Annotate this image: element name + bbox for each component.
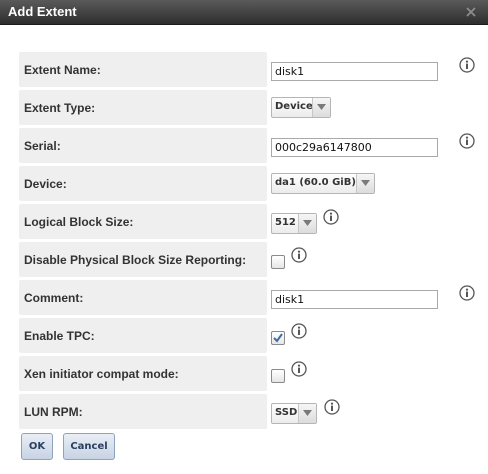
row-logical-block-size: Logical Block Size: 512 [19, 204, 488, 239]
row-device: Device: da1 (60.0 GiB) [19, 166, 488, 201]
dialog-titlebar: Add Extent [0, 0, 488, 25]
disable-pbs-checkbox[interactable] [271, 255, 285, 269]
device-label: Device: [24, 177, 67, 191]
row-disable-pbs-reporting: Disable Physical Block Size Reporting: [19, 242, 488, 277]
row-extent-name: Extent Name: disk1 [19, 52, 488, 87]
lun-rpm-selected: SSD [275, 407, 298, 418]
extent-type-selected: Device [275, 101, 313, 112]
device-label-cell: Device: [19, 166, 267, 201]
ok-button[interactable]: OK [21, 433, 53, 460]
row-xen-compat: Xen initiator compat mode: [19, 356, 488, 391]
logical-block-size-label-cell: Logical Block Size: [19, 204, 267, 239]
row-extent-type: Extent Type: Device [19, 90, 488, 125]
xen-compat-info-icon[interactable] [291, 361, 307, 377]
comment-label-cell: Comment: [19, 280, 267, 315]
enable-tpc-info-icon[interactable] [291, 323, 307, 339]
extent-name-input[interactable]: disk1 [271, 62, 438, 81]
enable-tpc-checkbox[interactable] [271, 331, 285, 345]
extent-type-label: Extent Type: [24, 101, 96, 115]
serial-label: Serial: [24, 139, 61, 153]
comment-input[interactable]: disk1 [271, 290, 438, 309]
comment-label: Comment: [24, 291, 84, 305]
xen-compat-label-cell: Xen initiator compat mode: [19, 356, 267, 391]
cancel-button[interactable]: Cancel [63, 433, 115, 460]
extent-name-info-icon[interactable] [459, 57, 475, 73]
extent-name-label: Extent Name: [24, 63, 101, 77]
serial-label-cell: Serial: [19, 128, 267, 163]
xen-compat-checkbox[interactable] [271, 369, 285, 383]
logical-block-size-selected: 512 [275, 217, 296, 228]
extent-type-select[interactable]: Device [271, 97, 331, 118]
device-selected: da1 (60.0 GiB) [275, 177, 356, 188]
lun-rpm-label: LUN RPM: [24, 405, 83, 419]
enable-tpc-label-cell: Enable TPC: [19, 318, 267, 353]
dialog-title: Add Extent [8, 4, 77, 19]
chevron-down-icon[interactable] [298, 214, 316, 233]
enable-tpc-label: Enable TPC: [24, 329, 95, 343]
serial-info-icon[interactable] [459, 133, 475, 149]
xen-compat-label: Xen initiator compat mode: [24, 367, 179, 381]
serial-input[interactable]: 000c29a6147800 [271, 138, 438, 157]
row-enable-tpc: Enable TPC: [19, 318, 488, 353]
chevron-down-icon[interactable] [312, 98, 330, 117]
chevron-down-icon[interactable] [298, 404, 316, 423]
lun-rpm-select[interactable]: SSD [271, 403, 317, 424]
row-comment: Comment: disk1 [19, 280, 488, 315]
checkmark-icon [273, 333, 283, 343]
close-icon[interactable] [465, 6, 477, 18]
logical-block-size-select[interactable]: 512 [271, 213, 317, 234]
row-serial: Serial: 000c29a6147800 [19, 128, 488, 163]
logical-block-size-info-icon[interactable] [323, 209, 339, 225]
comment-info-icon[interactable] [459, 285, 475, 301]
disable-pbs-info-icon[interactable] [291, 247, 307, 263]
lun-rpm-info-icon[interactable] [324, 399, 340, 415]
chevron-down-icon[interactable] [356, 174, 374, 193]
disable-pbs-label-cell: Disable Physical Block Size Reporting: [19, 242, 267, 277]
lun-rpm-label-cell: LUN RPM: [19, 394, 267, 429]
device-select[interactable]: da1 (60.0 GiB) [271, 173, 375, 194]
extent-name-label-cell: Extent Name: [19, 52, 267, 87]
extent-type-label-cell: Extent Type: [19, 90, 267, 125]
disable-pbs-label: Disable Physical Block Size Reporting: [24, 253, 247, 267]
logical-block-size-label: Logical Block Size: [24, 215, 134, 229]
row-lun-rpm: LUN RPM: SSD [19, 394, 488, 429]
